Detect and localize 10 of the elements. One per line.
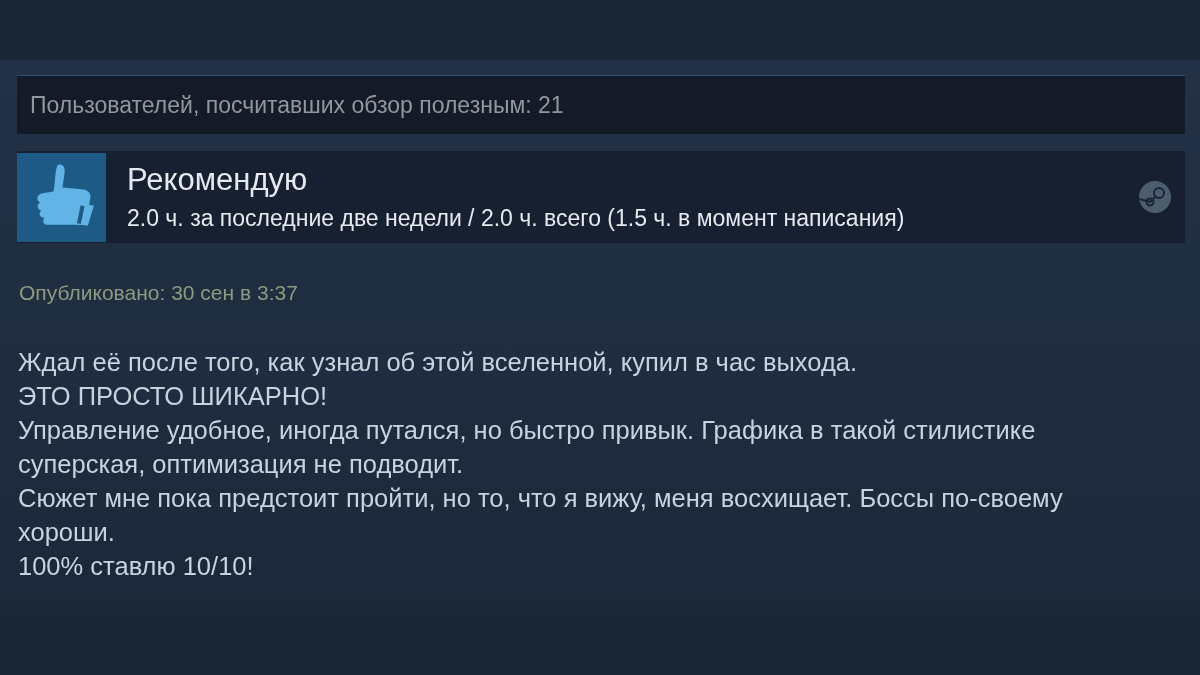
review-text: 100% ставлю 10/10! bbox=[18, 551, 255, 582]
steam-logo-icon bbox=[1138, 180, 1172, 214]
review-text: ЭТО ПРОСТО ШИКАРНО! bbox=[18, 381, 329, 412]
verdict-title: Рекомендую bbox=[127, 162, 309, 197]
playtime-text: 2.0 ч. за последние две недели / 2.0 ч. всего (1.5 ч. в момент написания) bbox=[127, 204, 906, 232]
posted-date: Опубликовано: 30 сен в 3:37 bbox=[18, 281, 299, 305]
review-text: Сюжет мне пока предстоит пройти, но то, что я вижу, меня восхищает. Боссы по-своему хороши. bbox=[18, 483, 1064, 548]
helpful-count-text: Пользователей, посчитавших обзор полезным: 21 bbox=[30, 91, 564, 119]
review-text: Управление удобное, иногда путался, но быстро привык. Графика в такой стилистике суперская, оптимизация не подводит. bbox=[18, 415, 1037, 480]
review-text: Ждал её после того, как узнал об этой вселенной, купил в час выхода. bbox=[18, 347, 859, 378]
